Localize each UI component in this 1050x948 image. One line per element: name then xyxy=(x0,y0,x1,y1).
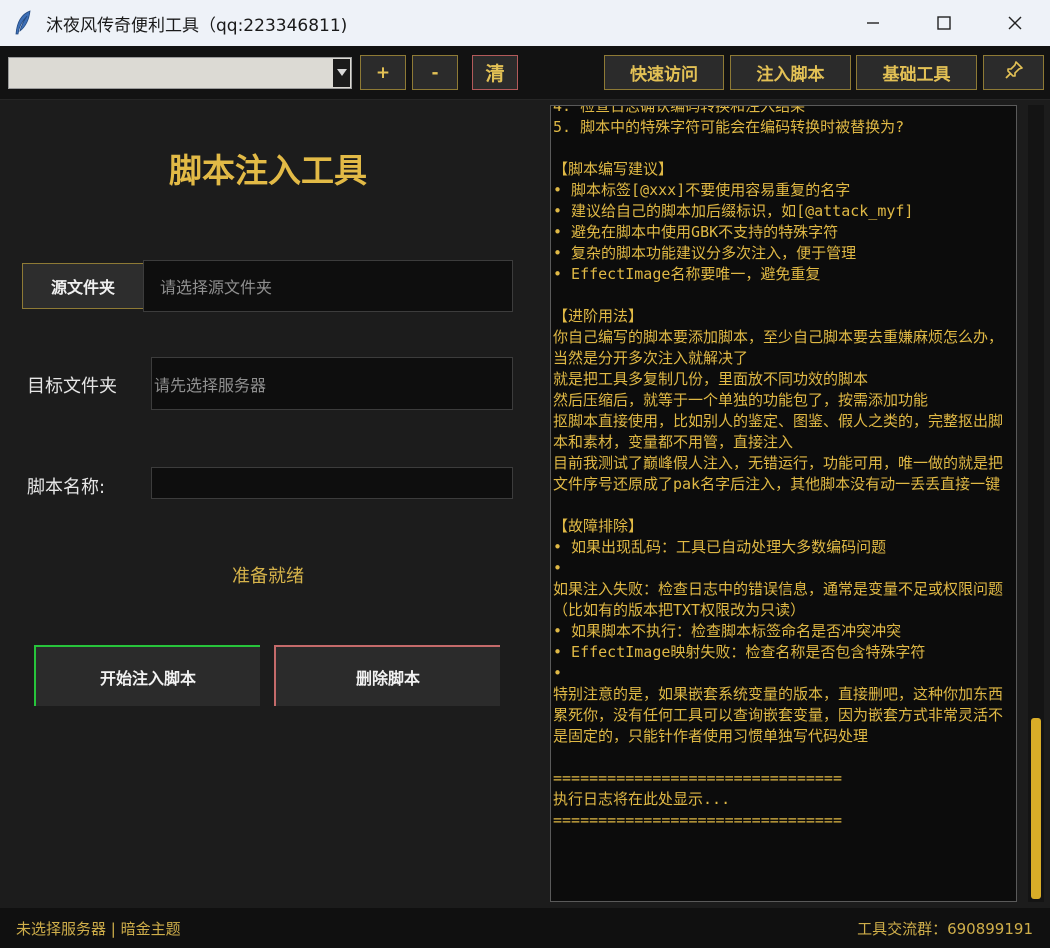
basic-tools-button[interactable]: 基础工具 xyxy=(856,55,977,90)
minimize-icon[interactable] xyxy=(837,0,908,46)
log-textarea[interactable]: 4. 检查日志确认编码转换和注入结果 5. 脚本中的特殊字符可能会在编码转换时被… xyxy=(550,105,1017,902)
quick-access-button[interactable]: 快速访问 xyxy=(604,55,724,90)
inject-script-button[interactable]: 注入脚本 xyxy=(730,55,851,90)
title-bar: 沐夜风传奇便利工具（qq:223346811) xyxy=(0,0,1050,46)
window-title: 沐夜风传奇便利工具（qq:223346811) xyxy=(46,15,348,36)
script-name-input[interactable] xyxy=(151,467,513,499)
page-title: 脚本注入工具 xyxy=(169,151,367,190)
log-panel: 4. 检查日志确认编码转换和注入结果 5. 脚本中的特殊字符可能会在编码转换时被… xyxy=(536,100,1050,908)
toolbar: + - 清 快速访问 注入脚本 基础工具 xyxy=(0,46,1050,100)
feather-icon xyxy=(0,0,46,46)
start-inject-button[interactable]: 开始注入脚本 xyxy=(34,645,260,706)
log-content: 4. 检查日志确认编码转换和注入结果 5. 脚本中的特殊字符可能会在编码转换时被… xyxy=(553,105,1004,829)
delete-script-button[interactable]: 删除脚本 xyxy=(274,645,500,706)
source-folder-input[interactable]: 请选择源文件夹 xyxy=(143,260,513,312)
scrollbar-thumb[interactable] xyxy=(1031,718,1041,899)
add-server-button[interactable]: + xyxy=(360,55,406,90)
pin-button[interactable] xyxy=(983,55,1044,90)
target-folder-input[interactable]: 请先选择服务器 xyxy=(151,357,513,410)
maximize-icon[interactable] xyxy=(908,0,979,46)
script-name-label: 脚本名称: xyxy=(27,477,106,498)
pin-icon xyxy=(1004,60,1024,85)
status-bar: 未选择服务器 | 暗金主题 工具交流群：690899191 xyxy=(0,908,1050,948)
log-scrollbar[interactable] xyxy=(1028,105,1044,902)
target-folder-label: 目标文件夹 xyxy=(27,376,117,397)
server-select[interactable] xyxy=(8,57,352,89)
status-text: 准备就绪 xyxy=(232,566,304,587)
inject-panel: 脚本注入工具 源文件夹 请选择源文件夹 目标文件夹 请先选择服务器 脚本名称: … xyxy=(0,100,536,908)
server-theme-status: 未选择服务器 | 暗金主题 xyxy=(16,920,181,938)
source-folder-button[interactable]: 源文件夹 xyxy=(22,263,143,309)
clear-button[interactable]: 清 xyxy=(472,55,518,90)
close-icon[interactable] xyxy=(979,0,1050,46)
group-info: 工具交流群：690899191 xyxy=(857,920,1033,938)
remove-server-button[interactable]: - xyxy=(412,55,458,90)
chevron-down-icon[interactable] xyxy=(333,59,350,87)
